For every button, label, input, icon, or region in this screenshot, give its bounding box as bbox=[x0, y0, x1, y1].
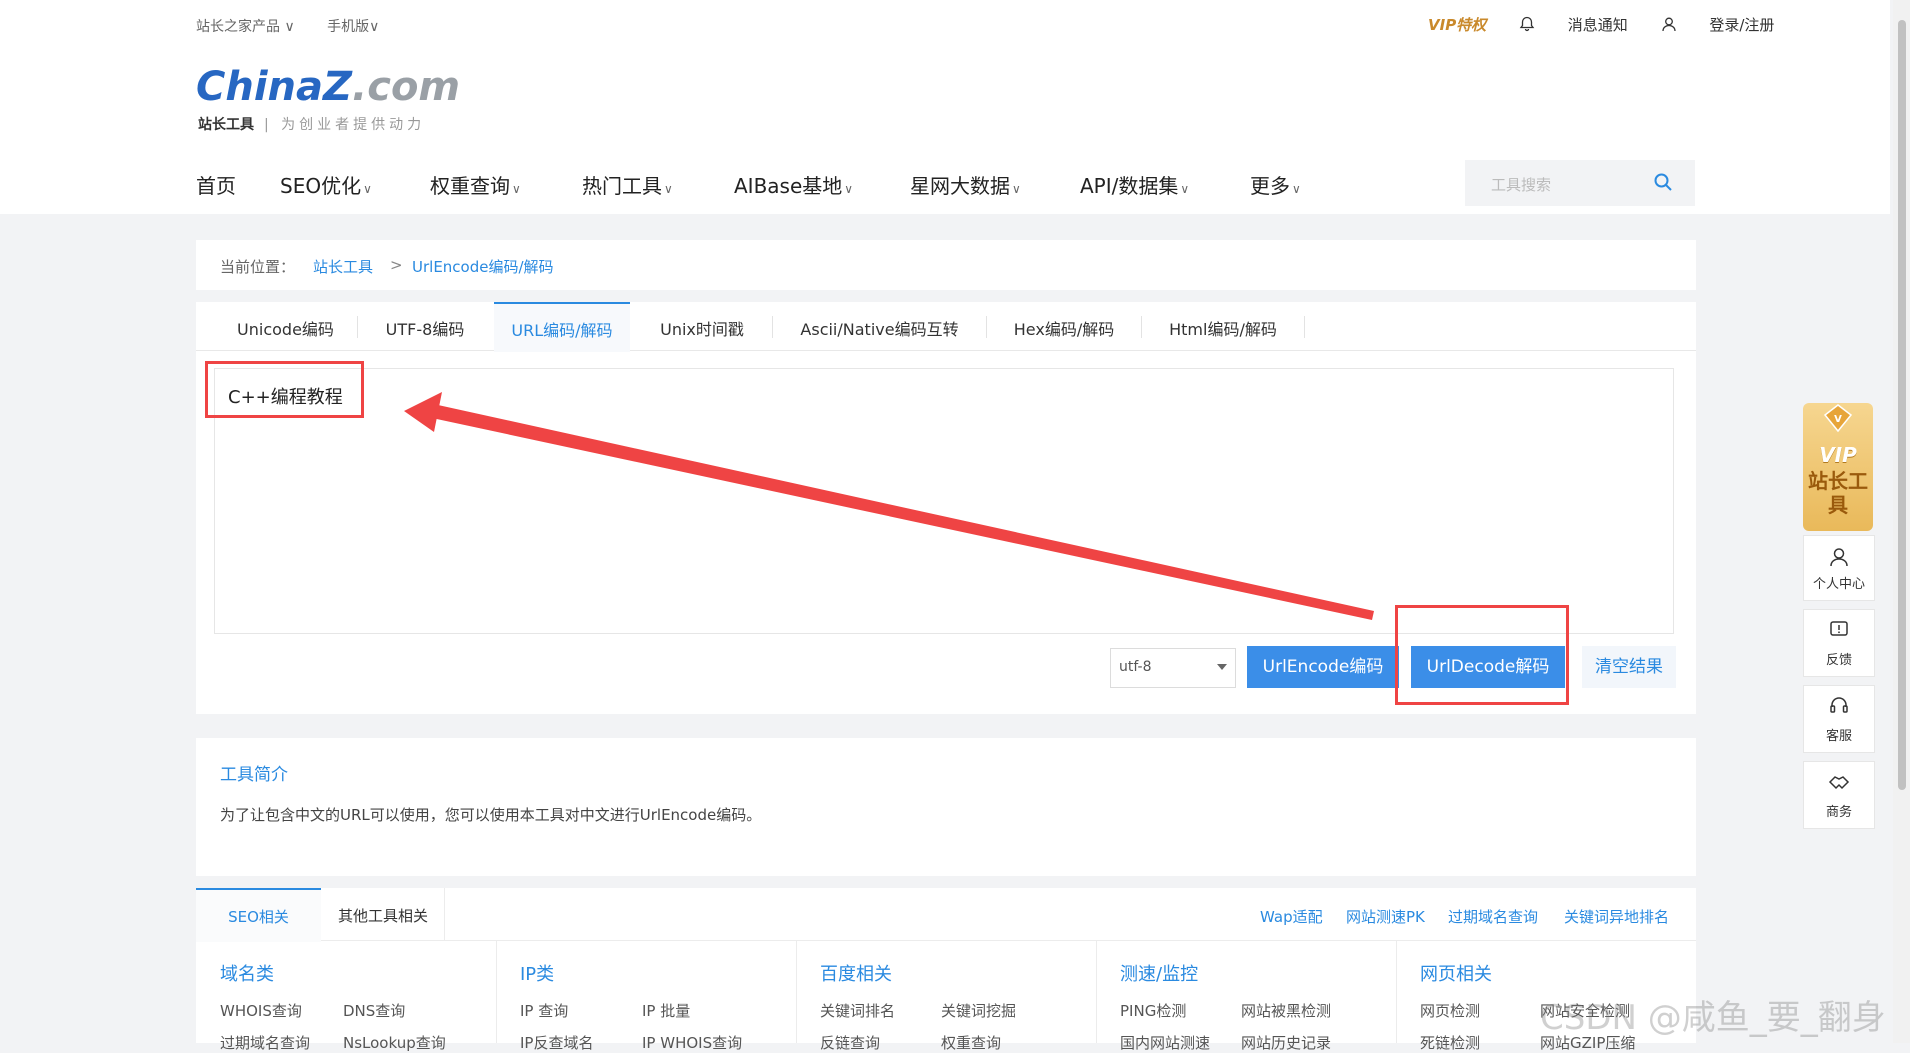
column-baidu: 百度相关 关键词排名 关键词挖掘 反链查询 权重查询 bbox=[796, 940, 1097, 1052]
link-expired-domain[interactable]: 过期域名查询 bbox=[1448, 906, 1538, 927]
column-title: 域名类 bbox=[220, 964, 274, 985]
tool-link[interactable]: IP 批量 bbox=[642, 1000, 690, 1021]
tool-link[interactable]: PING检测 bbox=[1120, 1000, 1186, 1021]
tool-link[interactable]: WHOIS查询 bbox=[220, 1000, 302, 1021]
column-title: 网页相关 bbox=[1420, 964, 1492, 985]
column-title: IP类 bbox=[520, 964, 555, 985]
vip-tools-badge[interactable]: V VIP 站长工具 bbox=[1803, 403, 1873, 531]
csdn-watermark: CSDN @咸鱼_要_翻身 bbox=[1540, 998, 1886, 1038]
column-title: 测速/监控 bbox=[1120, 964, 1199, 985]
annotation-arrow bbox=[404, 392, 1374, 620]
tool-link[interactable]: 网页检测 bbox=[1420, 1000, 1480, 1021]
column-speed-monitor: 测速/监控 PING检测 网站被黑检测 国内网站测速 网站历史记录 bbox=[1096, 940, 1397, 1052]
scrollbar-thumb[interactable] bbox=[1898, 20, 1906, 790]
link-keyword-rank[interactable]: 关键词异地排名 bbox=[1564, 906, 1669, 927]
intro-heading: 工具简介 bbox=[220, 765, 288, 785]
vip-text: VIP bbox=[1819, 443, 1857, 467]
handshake-icon bbox=[1828, 776, 1850, 790]
user-icon bbox=[1830, 548, 1848, 567]
sidebar-label: 商务 bbox=[1825, 805, 1852, 820]
tool-link[interactable]: 关键词排名 bbox=[820, 1000, 895, 1021]
column-domain: 域名类 WHOIS查询 DNS查询 过期域名查询 NsLookup查询 bbox=[196, 940, 497, 1052]
related-tools: SEO相关 其他工具相关 Wap适配 网站测速PK 过期域名查询 关键词异地排名… bbox=[196, 888, 1696, 1052]
sidebar-label: 个人中心 bbox=[1812, 577, 1865, 592]
tab-seo-related[interactable]: SEO相关 bbox=[196, 888, 321, 942]
crown-icon: V bbox=[1823, 404, 1853, 433]
tool-link[interactable]: IP 查询 bbox=[520, 1000, 568, 1021]
headset-icon bbox=[1830, 697, 1848, 713]
sidebar-label: 反馈 bbox=[1825, 653, 1852, 668]
column-ip: IP类 IP 查询 IP 批量 IP反查域名 IP WHOIS查询 bbox=[496, 940, 797, 1052]
svg-text:V: V bbox=[1834, 414, 1842, 425]
sidebar-customer-service[interactable]: 客服 bbox=[1803, 685, 1875, 753]
tab-other-tools[interactable]: 其他工具相关 bbox=[322, 888, 445, 940]
related-tabs: SEO相关 其他工具相关 Wap适配 网站测速PK 过期域名查询 关键词异地排名 bbox=[196, 888, 1696, 942]
intro-text: 为了让包含中文的URL可以使用，您可以使用本工具对中文进行UrlEncode编码… bbox=[220, 806, 762, 824]
tool-link[interactable]: 关键词挖掘 bbox=[941, 1000, 1016, 1021]
feedback-icon bbox=[1830, 621, 1848, 636]
link-speed-pk[interactable]: 网站测速PK bbox=[1346, 906, 1425, 927]
sidebar-business[interactable]: 商务 bbox=[1803, 761, 1875, 829]
tool-link[interactable]: 网站被黑检测 bbox=[1241, 1000, 1331, 1021]
tool-link[interactable]: DNS查询 bbox=[343, 1000, 405, 1021]
sidebar-label: 客服 bbox=[1825, 729, 1852, 744]
page: 站长之家产品 ∨ 手机版∨ VIP特权 消息通知 登录/注册 ChinaZ.co… bbox=[0, 0, 1910, 1052]
link-wap[interactable]: Wap适配 bbox=[1260, 906, 1323, 927]
tool-intro: 工具简介 为了让包含中文的URL可以使用，您可以使用本工具对中文进行UrlEnc… bbox=[196, 738, 1696, 876]
sidebar-personal-center[interactable]: 个人中心 bbox=[1803, 535, 1875, 601]
page-scrollbar[interactable] bbox=[1893, 0, 1910, 1043]
column-title: 百度相关 bbox=[820, 964, 892, 985]
vip-label: 站长工具 bbox=[1808, 469, 1868, 517]
sidebar-feedback[interactable]: 反馈 bbox=[1803, 609, 1875, 677]
